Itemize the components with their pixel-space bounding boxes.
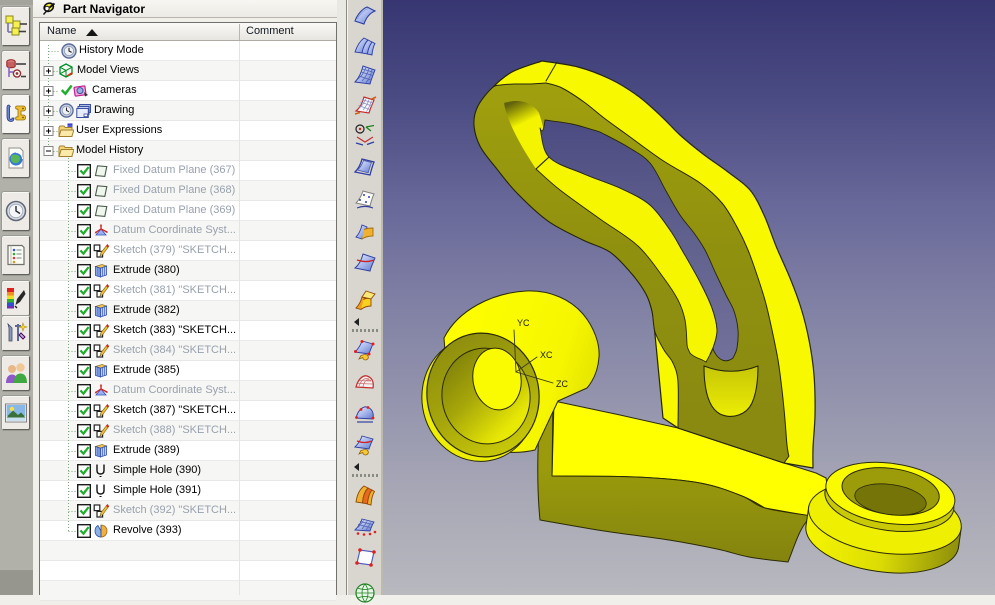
svg-text:YC: YC	[517, 318, 530, 328]
svg-text:ZC: ZC	[556, 379, 568, 389]
svg-text:XC: XC	[540, 350, 553, 360]
